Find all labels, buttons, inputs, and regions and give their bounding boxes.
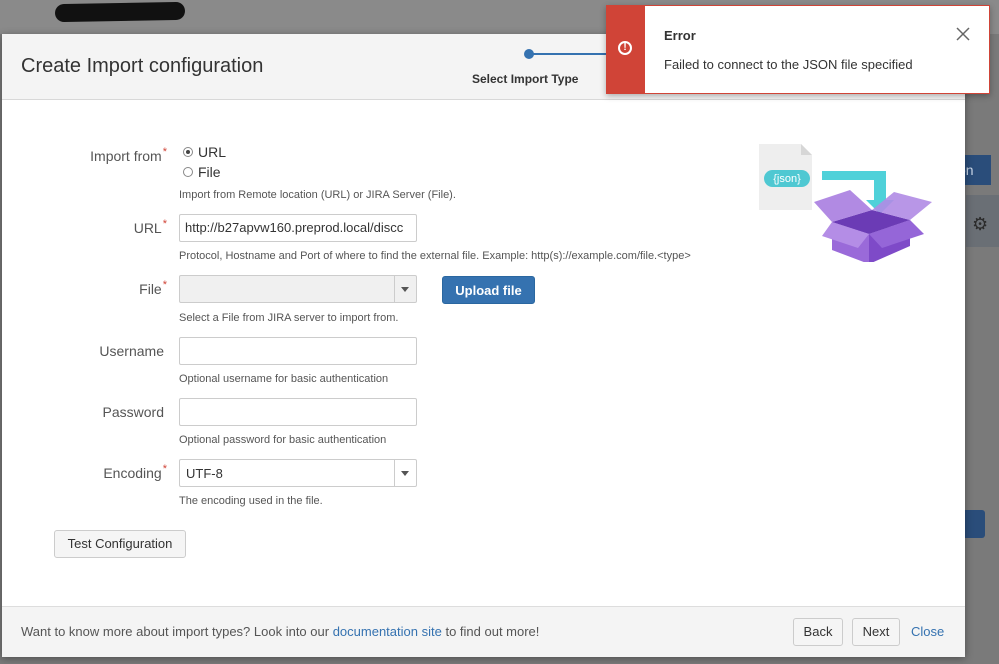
encoding-help: The encoding used in the file. xyxy=(179,495,323,507)
dialog-title: Create Import configuration xyxy=(21,55,264,77)
url-input[interactable]: http://b27apvw160.preprod.local/discc xyxy=(179,214,417,242)
password-help: Optional password for basic authenticati… xyxy=(179,434,387,446)
radio-url-button[interactable] xyxy=(183,147,193,157)
encoding-select-value: UTF-8 xyxy=(186,466,223,481)
stepper-step-label: Select Import Type xyxy=(472,72,579,86)
password-label: Password xyxy=(102,404,164,420)
username-input[interactable] xyxy=(179,337,417,365)
footer-help-text: Want to know more about import types? Lo… xyxy=(21,624,539,639)
error-flag-bar: ! xyxy=(607,6,645,93)
import-from-label: Import from* xyxy=(90,146,167,164)
radio-url[interactable]: URL xyxy=(183,144,226,160)
json-badge-text: {json} xyxy=(773,173,801,185)
close-link[interactable]: Close xyxy=(911,624,944,639)
import-from-help: Import from Remote location (URL) or JIR… xyxy=(179,189,456,201)
back-button[interactable]: Back xyxy=(793,618,843,646)
error-flag: ! Error Failed to connect to the JSON fi… xyxy=(606,5,990,94)
close-icon[interactable] xyxy=(955,26,971,42)
encoding-select[interactable]: UTF-8 xyxy=(179,459,417,487)
radio-file-label: File xyxy=(198,164,221,180)
upload-file-button[interactable]: Upload file xyxy=(442,276,535,304)
footer-text-before: Want to know more about import types? Lo… xyxy=(21,624,330,639)
encoding-label: Encoding* xyxy=(103,463,167,481)
url-label: URL* xyxy=(133,218,167,236)
error-flag-title: Error xyxy=(664,28,696,43)
documentation-link[interactable]: documentation site xyxy=(333,624,442,639)
username-help: Optional username for basic authenticati… xyxy=(179,373,389,385)
gear-icon: ⚙ xyxy=(972,214,989,234)
url-help: Protocol, Hostname and Port of where to … xyxy=(179,250,691,262)
radio-file[interactable]: File xyxy=(183,164,221,180)
chevron-down-icon xyxy=(394,460,416,486)
file-select[interactable] xyxy=(179,275,417,303)
footer-text-after: to find out more! xyxy=(445,624,540,639)
dialog-footer: Want to know more about import types? Lo… xyxy=(2,606,965,657)
username-label: Username xyxy=(99,343,164,359)
password-input[interactable] xyxy=(179,398,417,426)
chevron-down-icon xyxy=(394,276,416,302)
error-icon: ! xyxy=(618,41,632,55)
error-flag-message: Failed to connect to the JSON file speci… xyxy=(664,57,913,72)
file-label: File* xyxy=(139,279,167,297)
import-dialog: Create Import configuration Select Impor… xyxy=(2,34,965,657)
file-help: Select a File from JIRA server to import… xyxy=(179,312,399,324)
radio-url-label: URL xyxy=(198,144,227,160)
stepper-step-dot[interactable] xyxy=(524,49,534,59)
test-configuration-button[interactable]: Test Configuration xyxy=(54,530,186,558)
redacted-area xyxy=(54,1,186,23)
radio-file-button[interactable] xyxy=(183,167,193,177)
next-button[interactable]: Next xyxy=(852,618,900,646)
stepper-progress-line xyxy=(530,53,610,55)
json-import-illustration: {json} xyxy=(759,144,932,262)
